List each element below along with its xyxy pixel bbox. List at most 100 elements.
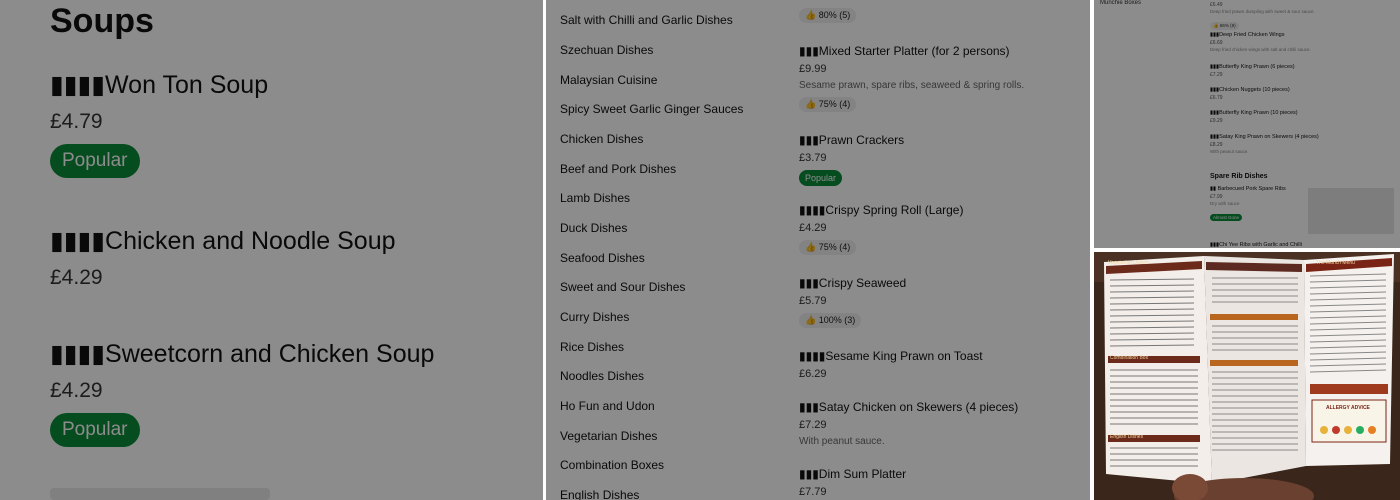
item-name: ▮▮▮Deep Fried Chicken Wings xyxy=(1210,32,1285,38)
menu-item[interactable]: ▮▮▮Chi Yee Ribs with Garlic and Chilli xyxy=(1210,242,1302,248)
menu-item[interactable]: ▮▮▮Butterfly King Prawn (6 pieces) £7.29 xyxy=(1210,64,1295,78)
category-link[interactable]: Noodles Dishes xyxy=(560,369,644,383)
item-price: £7.29 xyxy=(1210,72,1223,78)
category-link[interactable]: Szechuan Dishes xyxy=(560,43,653,57)
item-description: Deep fried prawn dumpling with sweet & s… xyxy=(1210,9,1315,14)
item-name: ▮▮▮Butterfly King Prawn (6 pieces) xyxy=(1210,64,1295,70)
item-name: ▮▮▮▮Won Ton Soup xyxy=(50,71,269,99)
category-link[interactable]: Munchie Boxes xyxy=(1100,0,1141,6)
category-link[interactable]: Chicken Dishes xyxy=(560,132,643,146)
item-name: ▮▮▮▮Crispy Spring Roll (Large) xyxy=(799,203,964,217)
item-name: ▮▮ Barbecued Pork Spare Ribs xyxy=(1210,186,1286,192)
category-link[interactable]: Salt with Chilli and Garlic Dishes xyxy=(560,13,733,27)
item-price: £4.29 xyxy=(50,266,103,289)
item-description: With peanut sauce. xyxy=(1210,149,1249,154)
rating-badge: 👍 75% (4) xyxy=(799,97,857,112)
popular-badge: Popular xyxy=(799,170,843,186)
category-link[interactable]: Beef and Pork Dishes xyxy=(560,162,676,176)
status-badge: Almost Gone xyxy=(1210,214,1243,221)
category-link[interactable]: Vegetarian Dishes xyxy=(560,429,657,443)
item-description: Sesame prawn, spare ribs, seaweed & spri… xyxy=(799,80,1025,91)
menu-item[interactable]: ▮▮▮Satay Chicken on Skewers (4 pieces) £… xyxy=(799,400,1018,447)
category-link[interactable]: Duck Dishes xyxy=(560,221,627,235)
category-link[interactable]: Malaysian Cuisine xyxy=(560,73,657,87)
rating-badge: 👍 75% (4) xyxy=(799,240,857,255)
item-price: £9.99 xyxy=(799,63,827,75)
munch-menu-heading: The Munch Menu xyxy=(1316,260,1355,266)
item-price: £4.29 xyxy=(50,379,103,402)
item-name: ▮▮▮Satay Chicken on Skewers (4 pieces) xyxy=(799,400,1019,414)
rating-badge: 👍 86% (9) xyxy=(1210,22,1239,30)
tiny-menu-panel: Munchie Boxes £6.49 Deep fried prawn dum… xyxy=(1094,0,1400,248)
combination-heading: Combination Box xyxy=(1110,355,1149,361)
item-name: ▮▮▮▮Chicken and Noodle Soup xyxy=(50,227,396,255)
item-price: £7.99 xyxy=(1210,194,1223,200)
menu-item[interactable]: ▮▮ Barbecued Pork Spare Ribs £7.99 Dry w… xyxy=(1210,186,1286,224)
menu-item[interactable]: ▮▮▮Mixed Starter Platter (for 2 persons)… xyxy=(799,44,1024,112)
item-price: £8.29 xyxy=(1210,142,1223,148)
section-title: Spare Rib Dishes xyxy=(1210,173,1268,180)
item-price: £7.29 xyxy=(799,419,827,431)
menu-item[interactable]: ▮▮▮▮Crispy Spring Roll (Large) £4.29 👍 7… xyxy=(799,203,963,255)
popular-badge: Popular xyxy=(50,144,140,178)
menu-categories-panel: Salt with Chilli and Garlic Dishes Szech… xyxy=(546,0,1090,500)
menu-item[interactable]: ▮▮▮Crispy Seaweed £5.79 👍 100% (3) xyxy=(799,276,906,328)
item-price: £6.69 xyxy=(1210,40,1223,46)
item-name: ▮▮▮Butterfly King Prawn (10 pieces) xyxy=(1210,110,1298,116)
category-link[interactable]: English Dishes xyxy=(560,488,639,500)
menu-item[interactable]: ▮▮▮Deep Fried Chicken Wings £6.69 Deep f… xyxy=(1210,32,1311,52)
item-name: ▮▮▮▮Sesame King Prawn on Toast xyxy=(799,349,983,363)
item-name: ▮▮▮Prawn Crackers xyxy=(799,133,905,147)
item-description: Deep fried chicken wings with salt and c… xyxy=(1210,47,1311,52)
item-name: ▮▮▮Crispy Seaweed xyxy=(799,276,907,290)
category-link[interactable]: Curry Dishes xyxy=(560,310,629,324)
allergy-heading: ALLERGY ADVICE xyxy=(1326,405,1370,411)
item-image xyxy=(1308,188,1394,234)
rating-badge-wrap: 👍 80% (5) xyxy=(799,2,857,23)
next-item-placeholder xyxy=(50,488,270,500)
menu-item[interactable]: ▮▮▮▮Sweetcorn and Chicken Soup £4.29 Pop… xyxy=(50,339,434,447)
category-link[interactable]: Combination Boxes xyxy=(560,458,664,472)
printed-menu-photo: Vegetarian Dishes Combination Box The Mu… xyxy=(1094,252,1400,500)
rating-badge: 👍 100% (3) xyxy=(799,313,862,328)
menu-item[interactable]: ▮▮▮Satay King Prawn on Skewers (4 pieces… xyxy=(1210,134,1319,154)
item-price: £3.79 xyxy=(799,152,827,164)
category-link[interactable]: Seafood Dishes xyxy=(560,251,645,265)
item-name: ▮▮▮Chicken Nuggets (10 pieces) xyxy=(1210,87,1290,93)
item-price: £6.29 xyxy=(799,368,827,380)
category-link[interactable]: Rice Dishes xyxy=(560,340,624,354)
english-dishes-heading: English Dishes xyxy=(1110,434,1144,440)
item-name: ▮▮▮▮Sweetcorn and Chicken Soup xyxy=(50,340,435,368)
popular-badge: Popular xyxy=(50,413,140,447)
section-title: Soups xyxy=(50,2,154,40)
category-link[interactable]: Ho Fun and Udon xyxy=(560,399,655,413)
menu-item[interactable]: ▮▮▮▮Won Ton Soup £4.79 Popular xyxy=(50,70,268,178)
item-price: £6.49 xyxy=(1210,2,1223,8)
menu-item[interactable]: £6.49 Deep fried prawn dumpling with swe… xyxy=(1210,0,1315,32)
category-link[interactable]: Lamb Dishes xyxy=(560,191,630,205)
menu-item[interactable]: ▮▮▮Dim Sum Platter £7.79 xyxy=(799,467,906,498)
item-name: ▮▮▮Satay King Prawn on Skewers (4 pieces… xyxy=(1210,134,1319,140)
menu-item[interactable]: ▮▮▮Butterfly King Prawn (10 pieces) £9.2… xyxy=(1210,110,1298,124)
item-name: ▮▮▮Mixed Starter Platter (for 2 persons) xyxy=(799,44,1010,58)
item-description: Dry with sauce xyxy=(1210,201,1240,206)
item-price: £7.79 xyxy=(799,486,827,498)
item-name: ▮▮▮Dim Sum Platter xyxy=(799,467,907,481)
menu-item[interactable]: ▮▮▮▮Sesame King Prawn on Toast £6.29 xyxy=(799,349,983,380)
item-description: With peanut sauce. xyxy=(799,436,885,447)
menu-item[interactable]: ▮▮▮Chicken Nuggets (10 pieces) £6.79 xyxy=(1210,87,1290,101)
vegetarian-heading: Vegetarian Dishes xyxy=(1108,260,1149,266)
menu-item[interactable]: ▮▮▮▮Chicken and Noodle Soup £4.29 xyxy=(50,226,396,290)
item-price: £6.79 xyxy=(1210,95,1223,101)
rating-badge: 👍 80% (5) xyxy=(799,8,857,23)
item-price: £4.79 xyxy=(50,110,103,133)
item-price: £4.29 xyxy=(799,222,827,234)
item-name: ▮▮▮Chi Yee Ribs with Garlic and Chilli xyxy=(1210,242,1302,248)
menu-item[interactable]: ▮▮▮Prawn Crackers £3.79 Popular xyxy=(799,133,904,186)
item-price: £9.29 xyxy=(1210,118,1223,124)
menu-photo-illustration xyxy=(1094,252,1400,500)
item-price: £5.79 xyxy=(799,295,827,307)
category-link[interactable]: Spicy Sweet Garlic Ginger Sauces xyxy=(560,102,743,116)
category-link[interactable]: Sweet and Sour Dishes xyxy=(560,280,685,294)
soups-menu-panel: Soups ▮▮▮▮Won Ton Soup £4.79 Popular ▮▮▮… xyxy=(0,0,543,500)
